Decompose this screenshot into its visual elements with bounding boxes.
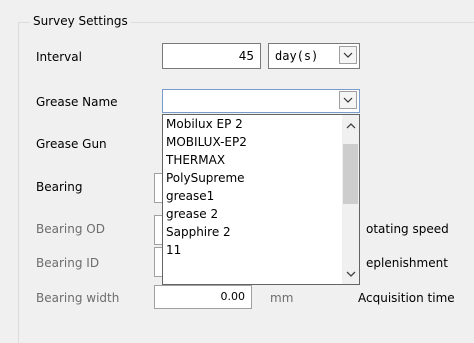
acquisition-time-label: Acquisition time [358, 291, 455, 305]
interval-label: Interval [36, 50, 82, 64]
list-item[interactable]: MOBILUX-EP2 [163, 133, 342, 151]
bearing-width-unit: mm [270, 291, 294, 305]
dropdown-scrollbar[interactable] [342, 115, 359, 284]
scroll-down-arrow-icon[interactable] [342, 265, 359, 282]
interval-input[interactable]: 45 [162, 43, 261, 69]
list-item[interactable]: grease 2 [163, 205, 342, 223]
scrollbar-thumb[interactable] [343, 144, 358, 204]
bearing-id-label: Bearing ID [36, 256, 100, 270]
scroll-up-arrow-icon[interactable] [342, 117, 359, 134]
grease-name-select[interactable] [162, 89, 360, 113]
list-item[interactable]: PolySupreme [163, 169, 342, 187]
grease-name-dropdown-list[interactable]: Mobilux EP 2 MOBILUX-EP2 THERMAX PolySup… [162, 114, 360, 285]
list-item[interactable]: Mobilux EP 2 [163, 115, 342, 133]
chevron-down-icon[interactable] [339, 46, 357, 64]
bearing-width-input[interactable]: 0.00 [154, 285, 252, 309]
survey-settings-title: Survey Settings [30, 14, 131, 28]
grease-name-label: Grease Name [36, 95, 118, 109]
replenishment-label: eplenishment [366, 256, 448, 270]
list-item[interactable]: Sapphire 2 [163, 223, 342, 241]
bearing-label: Bearing [36, 180, 83, 194]
list-item[interactable]: grease1 [163, 187, 342, 205]
interval-unit-select[interactable]: day(s) [268, 43, 360, 69]
interval-unit-value: day(s) [275, 49, 319, 63]
list-item[interactable]: 11 [163, 241, 342, 259]
list-item[interactable]: THERMAX [163, 151, 342, 169]
chevron-down-icon[interactable] [339, 91, 357, 109]
bearing-od-label: Bearing OD [36, 222, 105, 236]
bearing-width-label: Bearing width [36, 291, 120, 305]
rotating-speed-label: otating speed [366, 222, 449, 236]
grease-gun-label: Grease Gun [36, 137, 107, 151]
